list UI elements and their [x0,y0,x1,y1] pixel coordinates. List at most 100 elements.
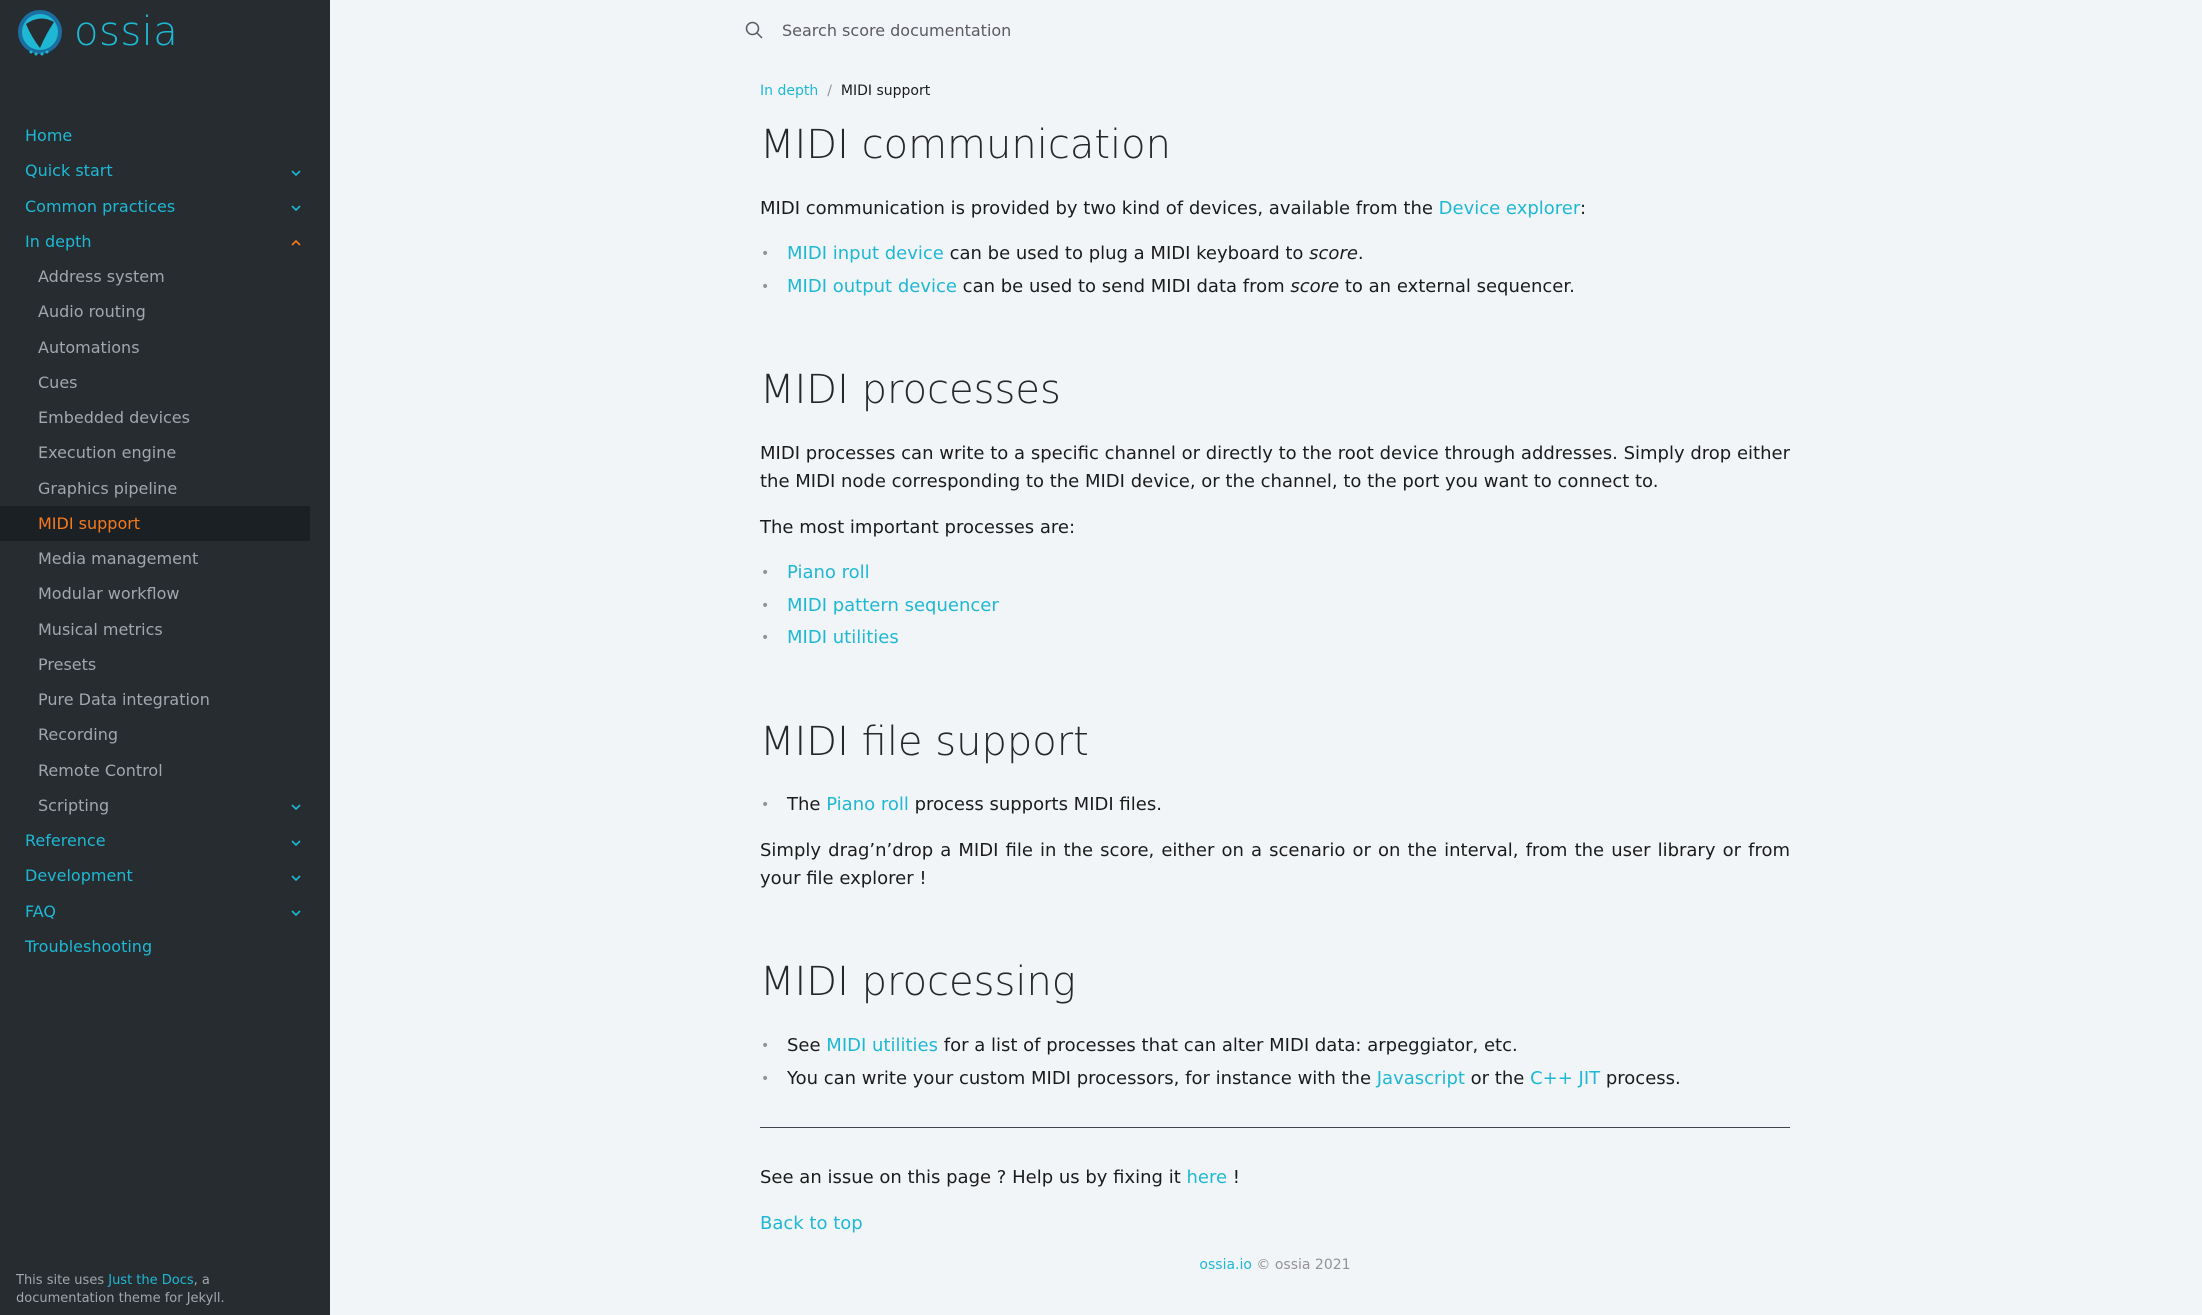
sidebar-item-label: Musical metrics [38,619,163,639]
site-logo[interactable]: ossia [16,8,178,56]
sidebar-item-graphics-pipeline[interactable]: Graphics pipeline [0,471,310,506]
back-to-top-link[interactable]: Back to top [760,1213,863,1234]
heading-midi-communication: MIDI communication [760,122,1171,168]
back-to-top-wrapper: Back to top [760,1210,1790,1238]
sidebar-item-pure-data-integration[interactable]: Pure Data integration [0,682,310,717]
breadcrumb: In depth / MIDI support [760,83,930,99]
sidebar-item-troubleshooting[interactable]: Troubleshooting [0,929,330,964]
heading-midi-processes: MIDI processes [760,367,1061,413]
chevron-down-icon[interactable] [290,834,302,846]
chevron-down-icon[interactable] [290,199,302,212]
sidebar-item-common-practices[interactable]: Common practices [0,189,330,224]
breadcrumb-separator: / [827,83,832,99]
text: See an issue on this page ? Help us by f… [760,1167,1187,1188]
just-the-docs-link[interactable]: Just the Docs [108,1273,193,1288]
sidebar-item-development[interactable]: Development [0,858,330,893]
search-input[interactable] [782,20,1382,40]
sidebar-item-label: Pure Data integration [38,690,210,710]
sidebar-item-scripting[interactable]: Scripting [0,788,310,823]
sidebar-item-address-system[interactable]: Address system [0,259,310,294]
text: process. [1600,1067,1681,1089]
list-item: MIDI pattern sequencer [760,590,1790,623]
sidebar-item-media-management[interactable]: Media management [0,541,310,576]
sidebar-item-label: Automations [38,337,140,357]
sidebar-item-presets[interactable]: Presets [0,647,310,682]
file-support-paragraph: Simply drag’n’drop a MIDI file in the sc… [760,840,1790,889]
sidebar: ossia Home Quick start Common practices … [0,0,330,1315]
sidebar-item-label: In depth [25,231,92,251]
ossia-logo-icon [18,10,62,56]
processes-important: The most important processes are: [760,517,1076,538]
sidebar-item-home[interactable]: Home [0,118,330,153]
sidebar-item-label: MIDI support [38,513,141,533]
heading-midi-processing: MIDI processing [760,959,1076,1005]
list-item: You can write your custom MIDI processor… [760,1063,1790,1096]
javascript-link[interactable]: Javascript [1377,1068,1465,1089]
sidebar-item-automations[interactable]: Automations [0,330,310,365]
cpp-jit-link[interactable]: C++ JIT [1530,1068,1600,1089]
sidebar-item-label: Address system [38,267,165,287]
heading-midi-file-support: MIDI file support [760,719,1089,765]
text: MIDI communication is provided by two ki… [760,198,1439,219]
communication-intro: MIDI communication is provided by two ki… [760,195,1790,223]
sidebar-nav: Home Quick start Common practices In dep… [0,118,330,964]
fix-here-link[interactable]: here [1186,1167,1227,1188]
midi-utilities-link[interactable]: MIDI utilities [787,627,899,648]
sidebar-item-audio-routing[interactable]: Audio routing [0,294,310,329]
sidebar-item-faq[interactable]: FAQ [0,894,330,929]
sidebar-item-in-depth[interactable]: In depth [0,224,330,259]
midi-utilities-link[interactable]: MIDI utilities [826,1035,938,1056]
sidebar-item-embedded-devices[interactable]: Embedded devices [0,400,310,435]
midi-output-device-link[interactable]: MIDI output device [787,276,957,297]
divider [760,1127,1790,1128]
chevron-down-icon[interactable] [290,904,302,917]
sidebar-item-quick-start[interactable]: Quick start [0,153,330,188]
sidebar-item-label: Common practices [25,196,176,216]
midi-pattern-sequencer-link[interactable]: MIDI pattern sequencer [787,595,999,616]
text: : [1579,198,1587,219]
sidebar-item-label: Development [25,866,133,886]
text: can be used to send MIDI data from [956,275,1291,297]
text: The [787,794,827,815]
text: to an external sequencer. [1339,275,1575,297]
breadcrumb-current: MIDI support [840,83,931,99]
sidebar-item-label: Quick start [25,161,113,181]
chevron-down-icon[interactable] [290,869,302,882]
chevron-up-icon[interactable] [290,234,302,246]
text: can be used to plug a MIDI keyboard to [943,243,1310,264]
processing-list: See MIDI utilities for a list of process… [760,1030,1790,1095]
midi-input-device-link[interactable]: MIDI input device [787,243,944,264]
text: . [1357,243,1364,264]
list-item: The Piano roll process supports MIDI fil… [760,789,1790,822]
sidebar-item-label: Troubleshooting [25,936,153,956]
text: ! [1227,1167,1240,1188]
sidebar-item-execution-engine[interactable]: Execution engine [0,435,310,470]
breadcrumb-parent-link[interactable]: In depth [760,83,818,99]
sidebar-item-cues[interactable]: Cues [0,365,310,400]
sidebar-item-recording[interactable]: Recording [0,717,310,752]
list-item: MIDI output device can be used to send M… [760,271,1790,304]
piano-roll-link[interactable]: Piano roll [787,562,870,583]
piano-roll-link[interactable]: Piano roll [826,794,909,815]
chevron-down-icon[interactable] [290,798,302,811]
sidebar-item-label: Graphics pipeline [38,478,178,498]
text: or the [1464,1067,1531,1089]
sidebar-item-midi-support[interactable]: MIDI support [0,505,310,541]
site-title: ossia [74,9,179,55]
text: See [787,1035,827,1056]
device-explorer-link[interactable]: Device explorer [1439,198,1580,219]
processes-list: Piano roll MIDI pattern sequencer MIDI u… [760,557,1790,655]
sidebar-item-reference[interactable]: Reference [0,823,330,858]
sidebar-item-label: Audio routing [38,302,146,322]
chevron-down-icon[interactable] [290,164,302,177]
sidebar-item-modular-workflow[interactable]: Modular workflow [0,576,310,611]
sidebar-item-label: FAQ [25,901,56,921]
sidebar-item-musical-metrics[interactable]: Musical metrics [0,612,310,647]
list-item: MIDI input device can be used to plug a … [760,238,1790,271]
ossia-io-link[interactable]: ossia.io [1199,1257,1252,1273]
sidebar-item-label: Cues [38,372,78,392]
search-bar [744,20,1382,40]
site-footer-note: This site uses Just the Docs, a document… [16,1272,276,1308]
text: You can write your custom MIDI processor… [787,1067,1377,1089]
sidebar-item-remote-control[interactable]: Remote Control [0,753,310,788]
